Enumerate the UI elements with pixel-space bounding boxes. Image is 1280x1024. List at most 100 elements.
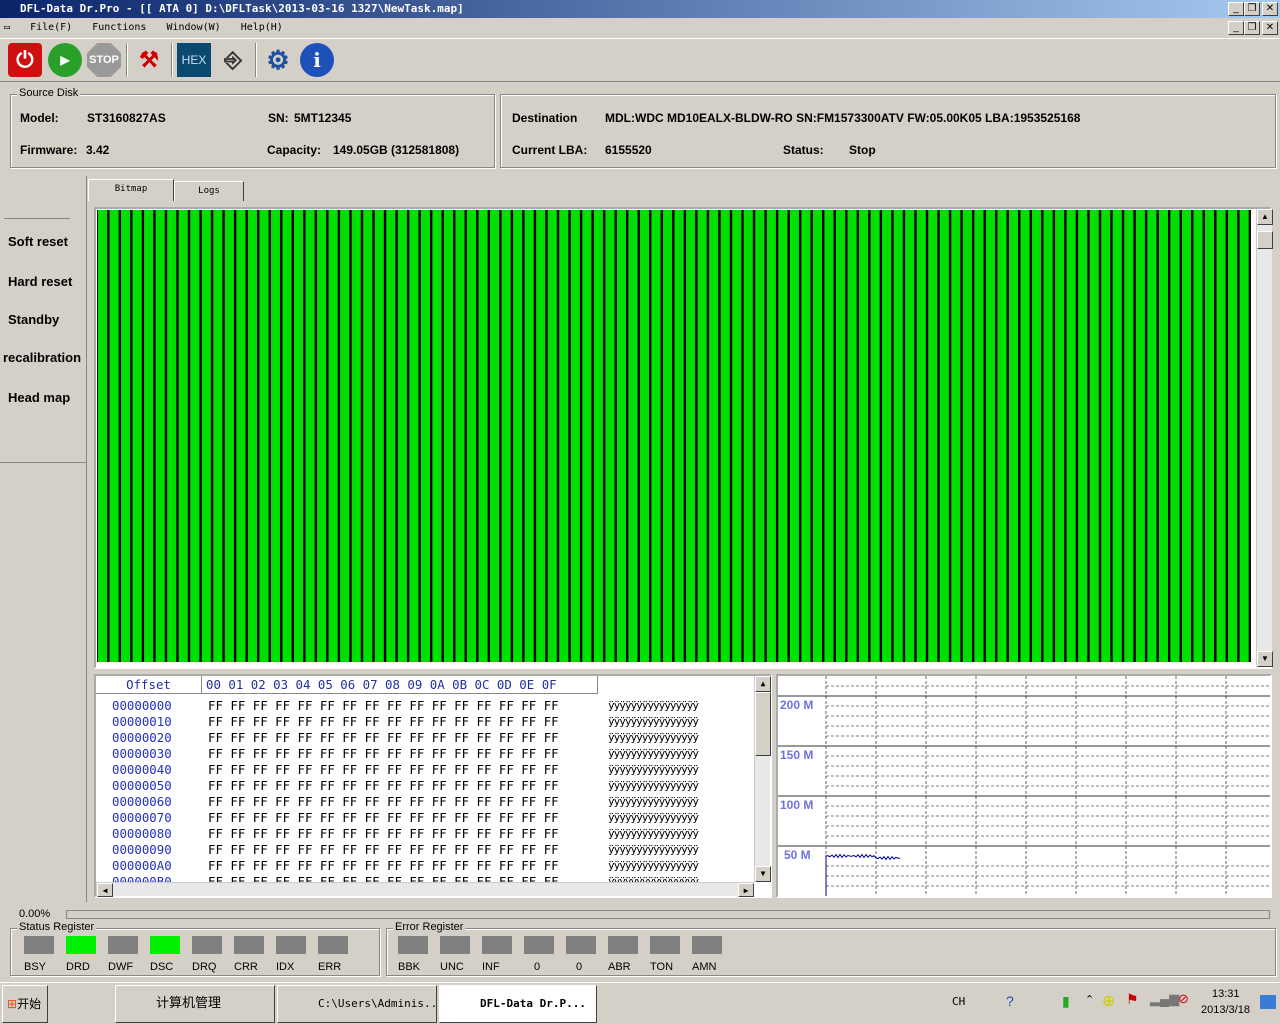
hex-ascii: ÿÿÿÿÿÿÿÿÿÿÿÿÿÿÿÿ <box>608 763 699 776</box>
minimize-button[interactable]: _ <box>1228 2 1244 16</box>
scroll-right-arrow-icon[interactable]: ▶ <box>738 883 754 897</box>
progress-text: 0.00% <box>19 908 51 920</box>
menu-help[interactable]: Help(H) <box>241 22 283 33</box>
stop-button[interactable]: STOP <box>87 43 121 77</box>
scroll-up-arrow-icon[interactable]: ▲ <box>755 676 771 692</box>
scroll-up-arrow-icon[interactable]: ▲ <box>1257 209 1273 225</box>
language-indicator[interactable]: CH <box>952 995 965 1008</box>
register-label: DRD <box>66 961 90 973</box>
hex-row[interactable]: 00000020 FF FF FF FF FF FF FF FF FF FF FF… <box>96 730 752 746</box>
scroll-left-arrow-icon[interactable]: ◀ <box>97 883 113 897</box>
hex-button[interactable]: HEX <box>177 43 211 77</box>
hex-row[interactable]: 00000030 FF FF FF FF FF FF FF FF FF FF FF… <box>96 746 752 762</box>
tools-button[interactable]: ⚒ <box>132 43 166 77</box>
info-button[interactable]: i <box>300 43 334 77</box>
hex-row[interactable]: 00000070 FF FF FF FF FF FF FF FF FF FF FF… <box>96 810 752 826</box>
scroll-thumb[interactable] <box>1257 231 1273 249</box>
register-label: ABR <box>608 961 631 973</box>
destination-label: Destination <box>512 111 578 125</box>
toolbar: ⏻ ▶ STOP ⚒ HEX ⎆ ⚙ i <box>0 38 1280 82</box>
clock-date[interactable]: 2013/3/18 <box>1201 1004 1250 1016</box>
clock-time[interactable]: 13:31 <box>1212 988 1240 1000</box>
sn-label: SN: <box>268 111 289 125</box>
recalibration-button[interactable]: recalibration <box>3 350 81 365</box>
hex-ascii: ÿÿÿÿÿÿÿÿÿÿÿÿÿÿÿÿ <box>608 859 699 872</box>
y-label-50: 50 M <box>784 848 811 862</box>
help-icon[interactable]: ? <box>1006 993 1014 1009</box>
power-icon: ⏻ <box>16 47 34 72</box>
hex-byte-header: 00 01 02 03 04 05 06 07 08 09 0A 0B 0C 0… <box>202 676 598 694</box>
info-icon: i <box>313 48 321 72</box>
task-computer-management[interactable]: 计算机管理 <box>115 985 275 1023</box>
status-value: Stop <box>849 143 876 157</box>
scroll-thumb[interactable] <box>755 692 771 756</box>
destination-panel: Destination MDL:WDC MD10EALX-BLDW-RO SN:… <box>500 94 1276 168</box>
register-led-dsc <box>150 936 180 954</box>
start-button[interactable]: ▶ <box>48 43 82 77</box>
restore-button[interactable]: ❐ <box>1244 2 1260 16</box>
hex-scrollbar[interactable]: ▲ ▼ <box>754 676 771 882</box>
menu-bar: ▭ File(F) Functions Window(W) Help(H) <box>0 18 1280 38</box>
child-restore-button[interactable]: ❐ <box>1244 21 1260 35</box>
register-label: BSY <box>24 961 47 973</box>
show-hidden-icons-icon[interactable]: ⌃ <box>1085 993 1094 1006</box>
hex-row[interactable]: 00000060 FF FF FF FF FF FF FF FF FF FF FF… <box>96 794 752 810</box>
hex-ascii: ÿÿÿÿÿÿÿÿÿÿÿÿÿÿÿÿ <box>608 699 699 712</box>
hex-row[interactable]: 00000000 FF FF FF FF FF FF FF FF FF FF FF… <box>96 698 752 714</box>
hex-row[interactable]: 000000A0 FF FF FF FF FF FF FF FF FF FF FF… <box>96 858 752 874</box>
window-title: DFL-Data Dr.Pro - [[ ATA 0] D:\DFLTask\2… <box>20 2 464 15</box>
soft-reset-button[interactable]: Soft reset <box>8 234 68 249</box>
scroll-down-arrow-icon[interactable]: ▼ <box>1257 651 1273 667</box>
register-label: DRQ <box>192 961 217 973</box>
hex-row[interactable]: 00000010 FF FF FF FF FF FF FF FF FF FF FF… <box>96 714 752 730</box>
toolbar-separator <box>171 43 173 77</box>
speed-graph: 200 M 150 M 100 M 50 M <box>776 674 1272 898</box>
divider <box>0 462 87 463</box>
menu-functions[interactable]: Functions <box>92 22 146 33</box>
tab-logs[interactable]: Logs <box>174 181 244 201</box>
hex-row[interactable]: 00000050 FF FF FF FF FF FF FF FF FF FF FF… <box>96 778 752 794</box>
close-button[interactable]: ✕ <box>1262 2 1278 16</box>
hex-hscrollbar[interactable]: ◀ ▶ <box>96 882 754 897</box>
task-dfl[interactable]: DFL-Data Dr.P... <box>439 985 597 1023</box>
security-icon[interactable]: ⊕ <box>1102 991 1115 1011</box>
hex-bytes: FF FF FF FF FF FF FF FF FF FF FF FF FF F… <box>208 842 559 857</box>
show-desktop-button[interactable] <box>1260 995 1276 1009</box>
sn-value: 5MT12345 <box>294 111 352 125</box>
task-explorer[interactable]: C:\Users\Adminis... <box>277 985 444 1023</box>
child-minimize-button[interactable]: _ <box>1228 21 1244 35</box>
register-label: DWF <box>108 961 134 973</box>
hex-row[interactable]: 00000090 FF FF FF FF FF FF FF FF FF FF FF… <box>96 842 752 858</box>
network-icon[interactable]: ▂▄▆ <box>1150 991 1179 1007</box>
hex-offset: 00000040 <box>112 762 172 777</box>
head-map-button[interactable]: Head map <box>8 390 70 405</box>
action-center-icon[interactable]: ⚑ <box>1126 991 1139 1008</box>
volume-muted-icon[interactable]: ⊘ <box>1178 991 1189 1007</box>
hex-offset: 00000090 <box>112 842 172 857</box>
scroll-down-arrow-icon[interactable]: ▼ <box>755 866 771 882</box>
register-led-0 <box>566 936 596 954</box>
menu-window[interactable]: Window(W) <box>166 22 220 33</box>
hex-row[interactable]: 00000040 FF FF FF FF FF FF FF FF FF FF FF… <box>96 762 752 778</box>
destination-value: MDL:WDC MD10EALX-BLDW-RO SN:FM1573300ATV… <box>605 111 1081 125</box>
start-button[interactable]: ⊞开始 <box>2 985 48 1023</box>
child-close-button[interactable]: ✕ <box>1262 21 1278 35</box>
connect-button[interactable]: ⎆ <box>216 43 250 77</box>
register-label: CRR <box>234 961 258 973</box>
tab-bitmap[interactable]: Bitmap <box>88 179 174 201</box>
power-button[interactable]: ⏻ <box>8 43 42 77</box>
hex-row[interactable]: 00000080 FF FF FF FF FF FF FF FF FF FF FF… <box>96 826 752 842</box>
y-label-150: 150 M <box>780 748 814 762</box>
register-led-drq <box>192 936 222 954</box>
hard-reset-button[interactable]: Hard reset <box>8 274 72 289</box>
usb-icon[interactable]: ▮ <box>1062 993 1070 1010</box>
menu-file[interactable]: File(F) <box>30 22 72 33</box>
current-lba-value: 6155520 <box>605 143 652 157</box>
settings-button[interactable]: ⚙ <box>261 43 295 77</box>
start-label: 开始 <box>17 997 42 1011</box>
bitmap-scrollbar[interactable]: ▲ ▼ <box>1256 209 1273 667</box>
register-label: TON <box>650 961 674 973</box>
app-menu-icon[interactable]: ▭ <box>4 22 10 33</box>
standby-button[interactable]: Standby <box>8 312 59 327</box>
register-label: INF <box>482 961 500 973</box>
